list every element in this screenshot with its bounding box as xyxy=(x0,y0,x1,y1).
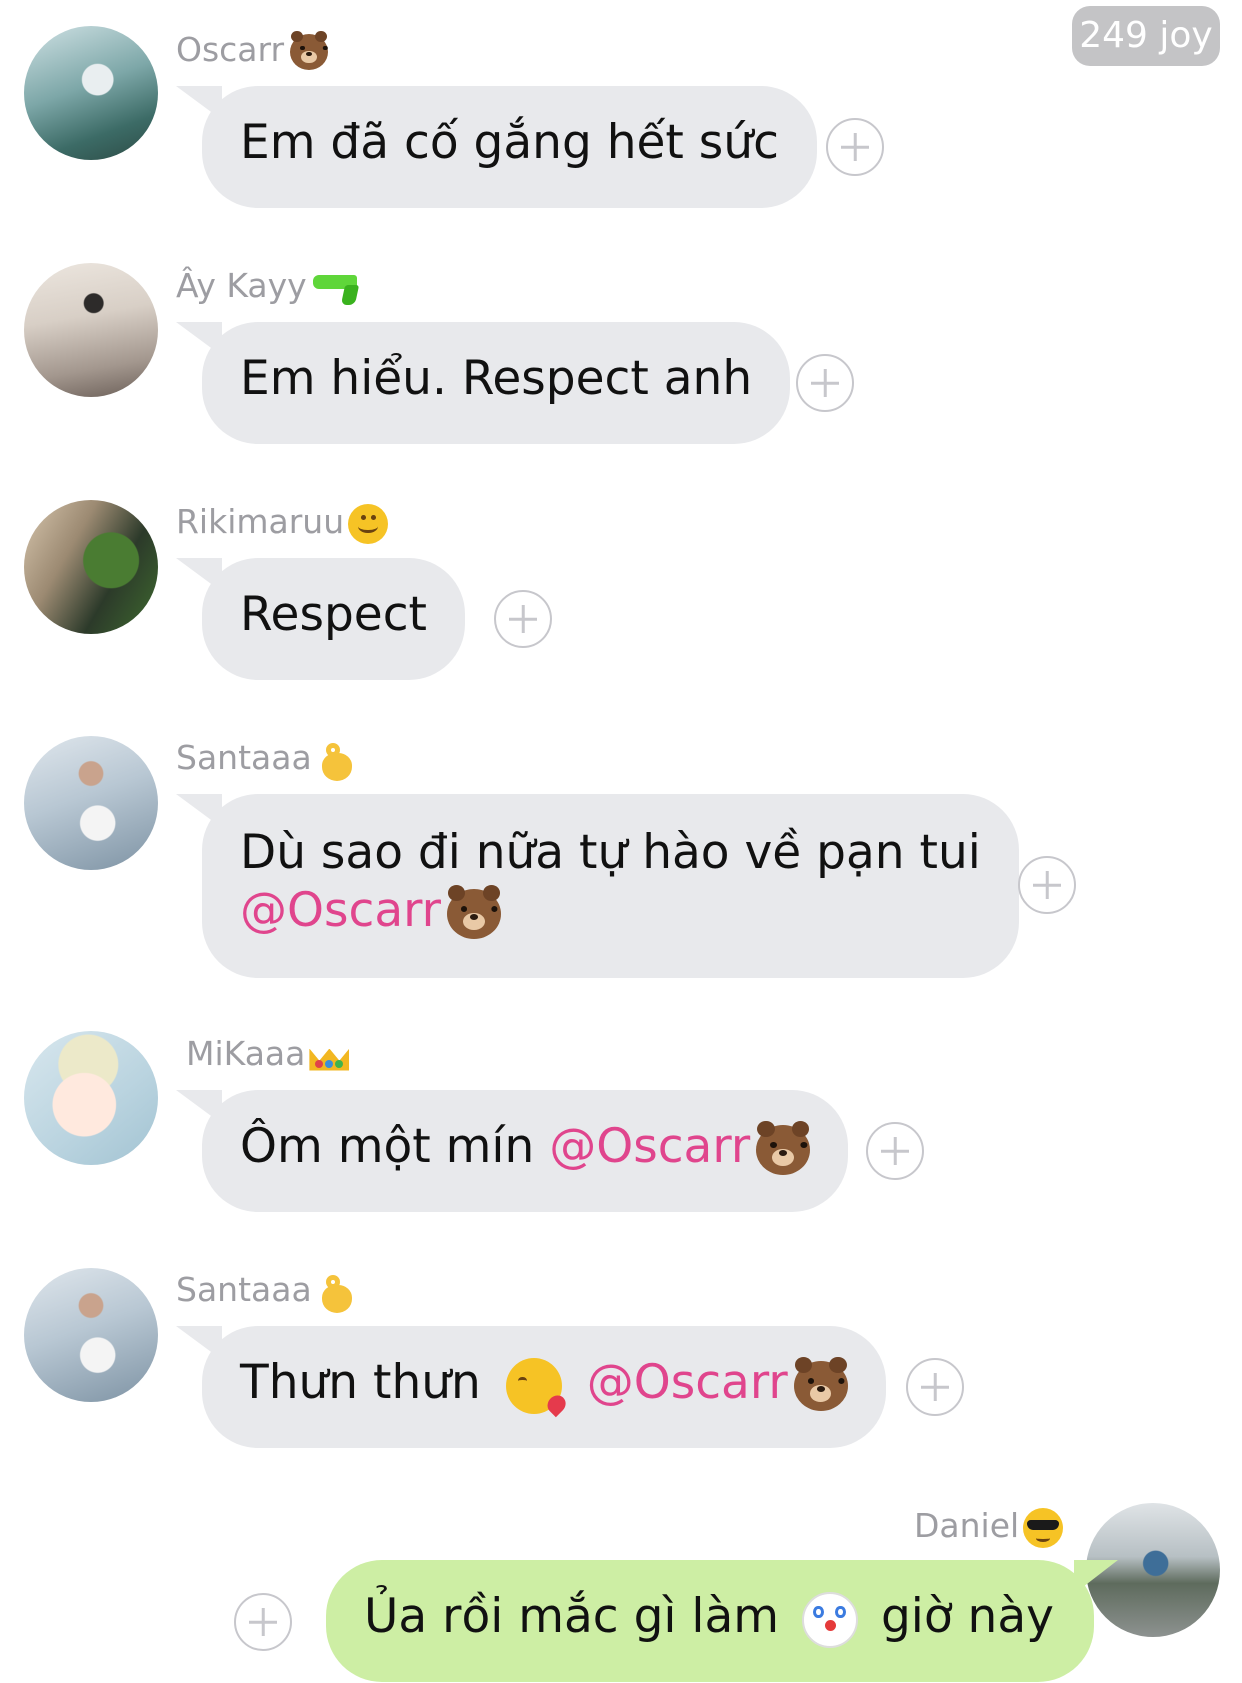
crown-icon xyxy=(309,1041,349,1071)
mention-link[interactable]: @Oscarr xyxy=(240,883,441,938)
sender-name: Rikimaruu xyxy=(176,502,389,544)
bear-icon xyxy=(756,1120,811,1175)
avatar[interactable] xyxy=(24,1031,158,1165)
add-reaction-button[interactable] xyxy=(906,1358,964,1416)
message-bubble[interactable]: Em hiểu. Respect anh xyxy=(202,322,791,444)
add-reaction-button[interactable] xyxy=(234,1593,292,1651)
avatar[interactable] xyxy=(24,736,158,870)
sender-name: Ây Kayy xyxy=(176,266,359,306)
add-reaction-button[interactable] xyxy=(1018,856,1076,914)
avatar[interactable] xyxy=(24,1268,158,1402)
message-bubble[interactable]: Ôm một mín @Oscarr xyxy=(202,1090,849,1212)
message-bubble[interactable]: Ủa rồi mắc gì làm giờ này xyxy=(326,1560,1094,1682)
bear-icon xyxy=(446,884,501,939)
sunglasses-icon xyxy=(1023,1507,1064,1548)
ok-hand-icon xyxy=(318,1271,356,1313)
avatar[interactable] xyxy=(1086,1503,1220,1637)
kissing-heart-icon xyxy=(505,1357,562,1414)
add-reaction-button[interactable] xyxy=(826,118,884,176)
joy-count-badge: 249 joy xyxy=(1072,6,1220,66)
sender-name: Santaaa xyxy=(176,1270,356,1313)
sender-name: Oscarr xyxy=(176,30,329,70)
message-bubble[interactable]: Respect xyxy=(202,558,465,680)
avatar[interactable] xyxy=(24,263,158,397)
add-reaction-button[interactable] xyxy=(494,590,552,648)
upside-down-face-icon xyxy=(348,503,389,544)
mention-link[interactable]: @Oscarr xyxy=(549,1119,750,1174)
mention-link[interactable]: @Oscarr xyxy=(587,1355,788,1410)
message-bubble[interactable]: Em đã cố gắng hết sức xyxy=(202,86,817,208)
message-bubble[interactable]: Dù sao đi nữa tự hào về pạn tui @Oscarr xyxy=(202,794,1019,978)
bear-icon xyxy=(290,30,329,70)
sender-name: Daniel xyxy=(914,1506,1064,1548)
water-pistol-icon xyxy=(312,271,359,305)
avatar[interactable] xyxy=(24,26,158,160)
add-reaction-button[interactable] xyxy=(866,1122,924,1180)
message-bubble[interactable]: Thưn thưn @Oscarr xyxy=(202,1326,886,1448)
avatar[interactable] xyxy=(24,500,158,634)
add-reaction-button[interactable] xyxy=(796,354,854,412)
sender-name: Santaaa xyxy=(176,738,356,781)
bear-icon xyxy=(793,1356,848,1411)
ok-hand-icon xyxy=(318,739,356,781)
clown-icon xyxy=(802,1591,859,1648)
sender-name: MiKaaa xyxy=(186,1034,349,1074)
chat-thread: 249 joy Oscarr Em đã cố gắng hết sức Ây … xyxy=(0,0,1242,1683)
